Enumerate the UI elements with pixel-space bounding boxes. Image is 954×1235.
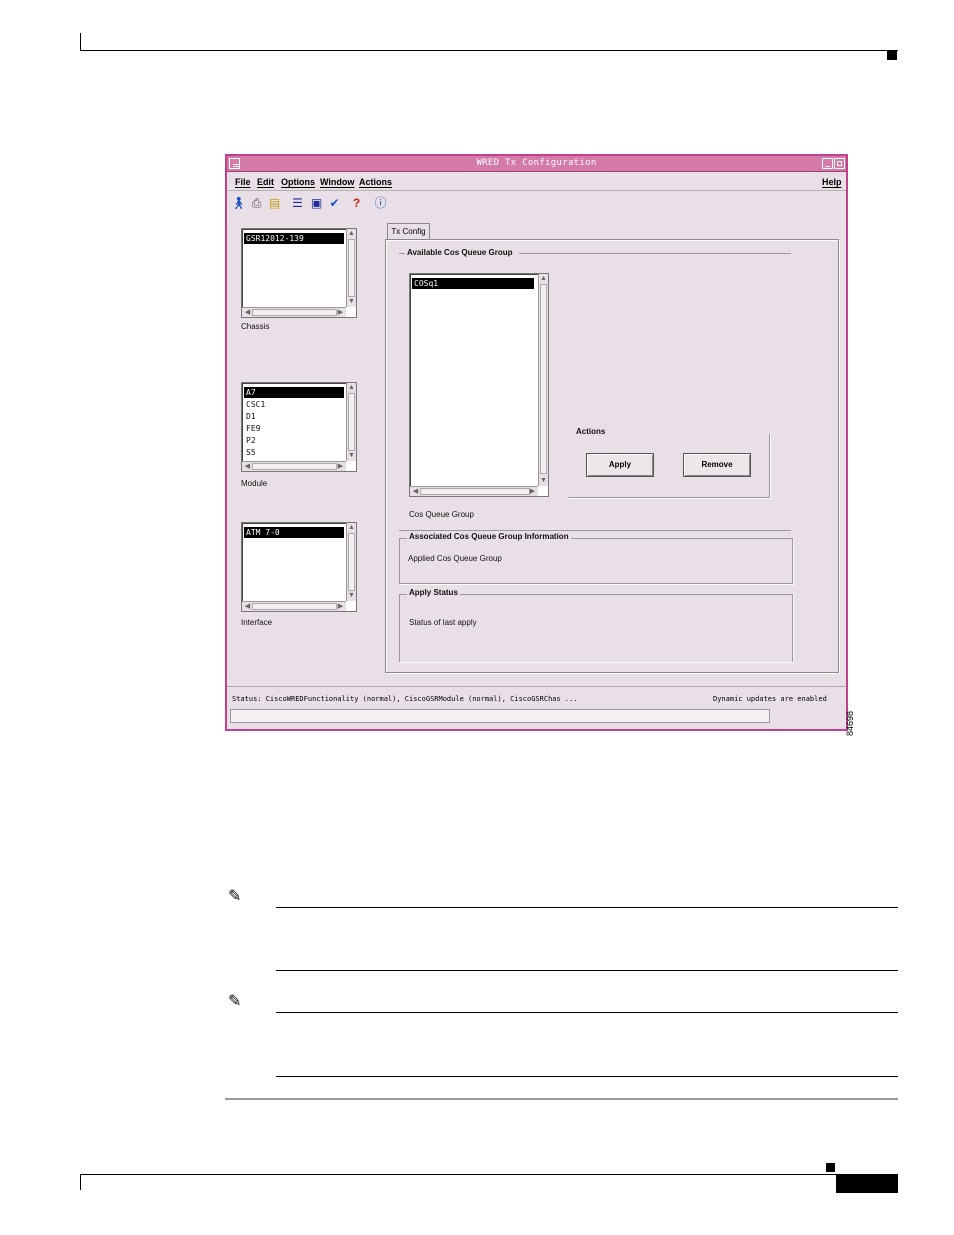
list-view-icon[interactable]: ☰ <box>289 194 306 211</box>
scroll-left-icon[interactable]: ◀ <box>243 309 252 317</box>
menu-edit[interactable]: Edit <box>257 177 274 187</box>
cos-vscroll[interactable]: ▲ ▼ <box>538 274 548 486</box>
available-group-title: Available Cos Queue Group <box>407 248 513 257</box>
scroll-down-icon[interactable]: ▼ <box>347 592 356 600</box>
minimize-icon[interactable] <box>822 158 833 169</box>
menu-window[interactable]: Window <box>320 177 354 187</box>
help-icon[interactable]: ? <box>348 194 365 211</box>
menu-options[interactable]: Options <box>281 177 315 187</box>
scroll-up-icon[interactable]: ▲ <box>539 275 548 283</box>
maximize-icon[interactable] <box>834 158 845 169</box>
scroll-left-icon[interactable]: ◀ <box>243 463 252 471</box>
actions-title: Actions <box>576 427 606 436</box>
title-bar[interactable]: WRED Tx Configuration <box>227 156 846 172</box>
menu-bar: File Edit Options Window Actions Help <box>227 173 846 191</box>
menu-actions[interactable]: Actions <box>359 177 392 187</box>
scroll-right-icon[interactable]: ▶ <box>336 603 345 611</box>
apply-status-group <box>399 594 793 662</box>
scroll-down-icon[interactable]: ▼ <box>539 477 548 485</box>
scroll-right-icon[interactable]: ▶ <box>336 463 345 471</box>
remove-button[interactable]: Remove <box>683 453 751 477</box>
chassis-hscroll[interactable]: ◀ ▶ <box>242 307 346 317</box>
status-of-last-apply-label: Status of last apply <box>409 618 477 627</box>
module-hscroll[interactable]: ◀ ▶ <box>242 461 346 471</box>
cos-queue-group-list[interactable]: COSq1 ▲ ▼ ◀ ▶ <box>409 273 549 497</box>
cos-queue-item[interactable]: COSq1 <box>412 278 534 289</box>
checkmark-icon[interactable]: ✔ <box>326 194 343 211</box>
interface-list[interactable]: ATM 7-0 ▲ ▼ ◀ ▶ <box>241 522 357 612</box>
status-line: Status: CiscoWREDFunctionality (normal),… <box>230 692 840 706</box>
scroll-left-icon[interactable]: ◀ <box>411 488 420 496</box>
chassis-vscroll[interactable]: ▲ ▼ <box>346 229 356 307</box>
cos-hscroll[interactable]: ◀ ▶ <box>410 486 538 496</box>
chassis-list[interactable]: GSR12012-139 ▲ ▼ ◀ ▶ <box>241 228 357 318</box>
status-message-box <box>230 709 770 723</box>
applied-cos-queue-group-label: Applied Cos Queue Group <box>408 554 502 563</box>
toolbar: 🚶︎ ⎙ ▤ ☰ ▣ ✔ ? ⓘ <box>229 193 829 213</box>
wred-tx-configuration-window: WRED Tx Configuration File Edit Options … <box>225 154 848 731</box>
scroll-up-icon[interactable]: ▲ <box>347 524 356 532</box>
footer-marker <box>826 1163 835 1172</box>
exit-icon[interactable]: 🚶︎ <box>230 194 247 211</box>
interface-label: Interface <box>241 618 273 627</box>
scroll-up-icon[interactable]: ▲ <box>347 230 356 238</box>
interface-item[interactable]: ATM 7-0 <box>244 527 344 538</box>
chassis-label: Chassis <box>241 322 270 331</box>
apply-status-title: Apply Status <box>407 588 460 597</box>
pencil-note-icon: ✎ <box>228 888 242 905</box>
scroll-down-icon[interactable]: ▼ <box>347 298 356 306</box>
module-item[interactable]: S5 <box>244 447 256 458</box>
scroll-right-icon[interactable]: ▶ <box>528 488 537 496</box>
cos-queue-group-caption: Cos Queue Group <box>409 510 474 519</box>
module-item[interactable]: A7 <box>244 387 344 398</box>
header-marker <box>887 50 897 60</box>
chassis-item[interactable]: GSR12012-139 <box>244 233 344 244</box>
open-folder-icon[interactable]: ▤ <box>266 194 283 211</box>
menu-file[interactable]: File <box>235 177 251 187</box>
module-label: Module <box>241 479 268 488</box>
module-item[interactable]: P2 <box>244 435 256 446</box>
interface-vscroll[interactable]: ▲ ▼ <box>346 523 356 601</box>
module-item[interactable]: D1 <box>244 411 256 422</box>
print-icon[interactable]: ⎙ <box>248 194 265 211</box>
dynamic-updates-text: Dynamic updates are enabled <box>713 695 827 703</box>
scroll-right-icon[interactable]: ▶ <box>336 309 345 317</box>
tab-tx-config[interactable]: Tx Config <box>387 223 430 239</box>
module-item[interactable]: CSC1 <box>244 399 265 410</box>
window-title: WRED Tx Configuration <box>476 158 597 168</box>
status-text: Status: CiscoWREDFunctionality (normal),… <box>232 695 578 703</box>
info-icon[interactable]: ⓘ <box>372 194 389 211</box>
figure-number: 84698 <box>845 710 855 736</box>
module-vscroll[interactable]: ▲ ▼ <box>346 383 356 461</box>
page-number-block <box>836 1175 898 1193</box>
interface-hscroll[interactable]: ◀ ▶ <box>242 601 346 611</box>
scroll-down-icon[interactable]: ▼ <box>347 452 356 460</box>
menu-help[interactable]: Help <box>822 177 842 187</box>
apply-button[interactable]: Apply <box>586 453 654 477</box>
associated-title: Associated Cos Queue Group Information <box>407 532 571 541</box>
module-list[interactable]: A7 CSC1 D1 FE9 P2 S5 ▲ ▼ ◀ ▶ <box>241 382 357 472</box>
pencil-note-icon: ✎ <box>228 993 242 1010</box>
header-left-tick <box>80 33 81 51</box>
scroll-up-icon[interactable]: ▲ <box>347 384 356 392</box>
scroll-left-icon[interactable]: ◀ <box>243 603 252 611</box>
footer-rule <box>80 1174 898 1175</box>
window-icon[interactable]: ▣ <box>308 194 325 211</box>
header-rule <box>80 50 898 51</box>
module-item[interactable]: FE9 <box>244 423 260 434</box>
